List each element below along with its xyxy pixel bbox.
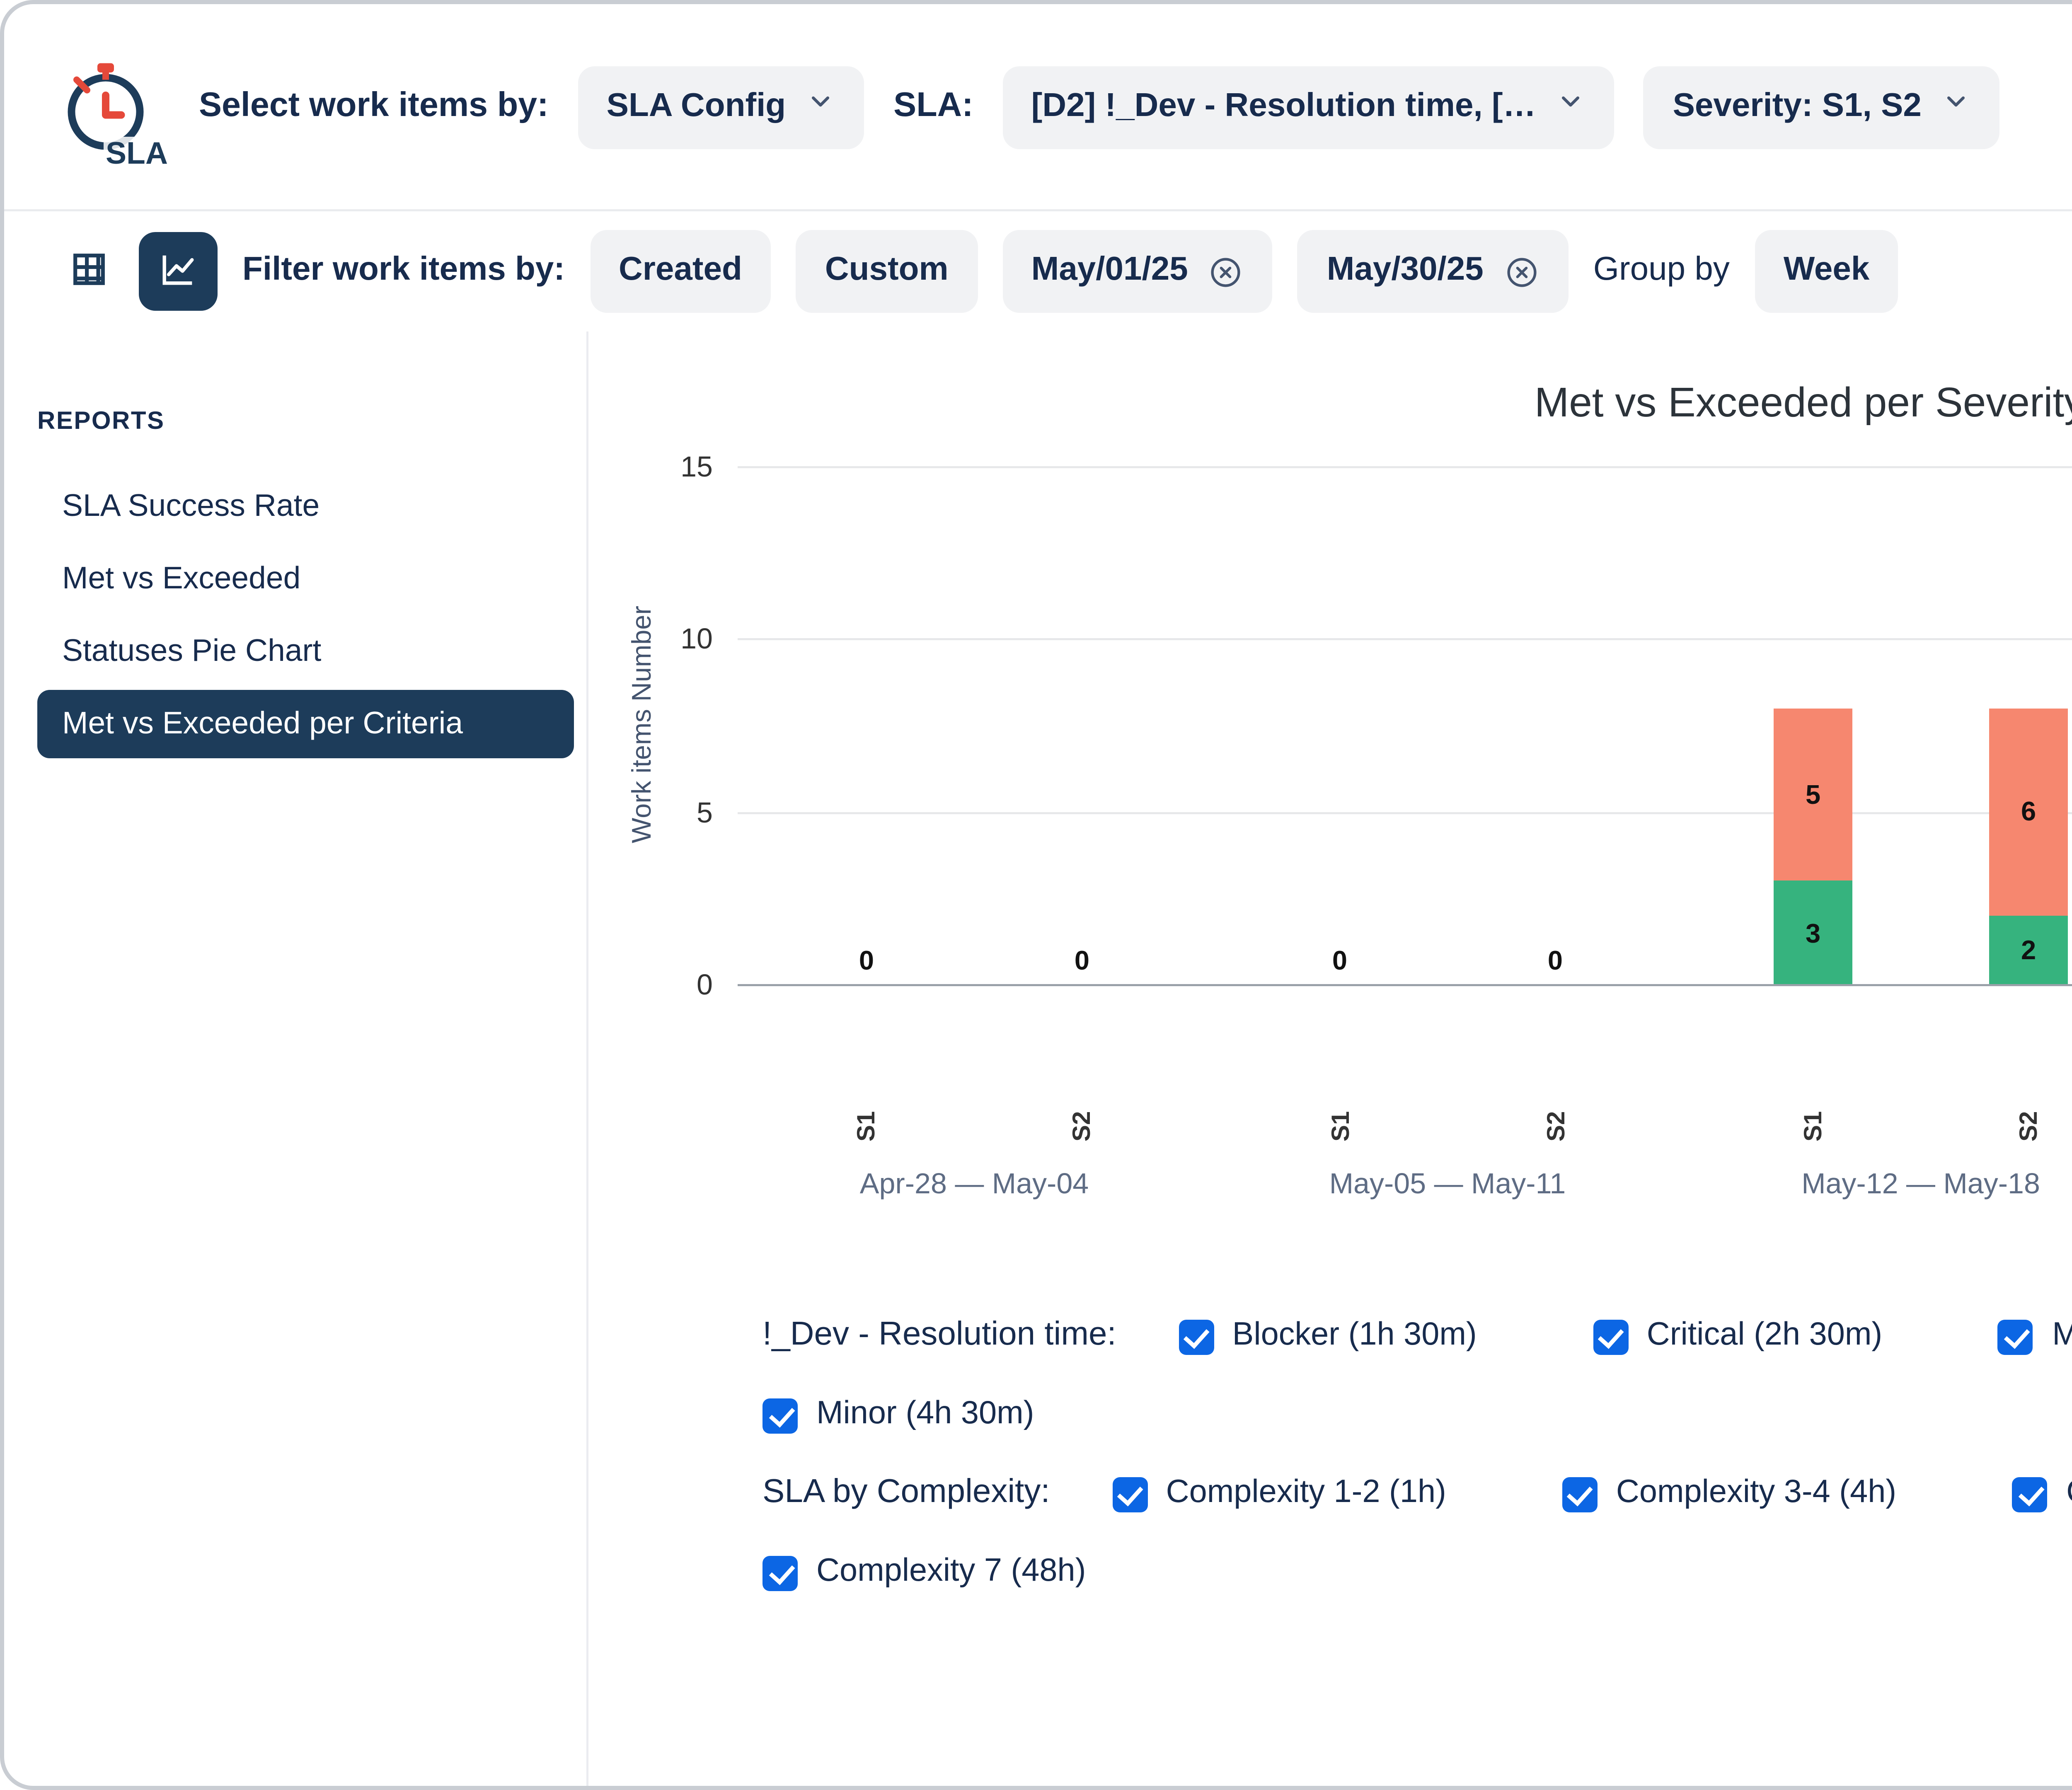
- y-tick-label: 10: [680, 620, 713, 658]
- bar-s2[interactable]: 0: [1043, 466, 1121, 984]
- chart-groups: 0 0 S1 S2 Apr-28 — May-04 0 0 S1 S2 May-05 — May-…: [738, 466, 2072, 1200]
- sla-by-complexity-label: SLA by Complexity:: [762, 1475, 1050, 1512]
- select-work-items-label: Select work items by:: [199, 87, 549, 126]
- y-tick-label: 0: [697, 965, 713, 1003]
- custom-label: Custom: [825, 253, 949, 290]
- bar-s1[interactable]: 0: [827, 466, 906, 984]
- sla-label: SLA:: [893, 87, 973, 126]
- checkbox-critical[interactable]: Critical (2h 30m): [1593, 1318, 1883, 1355]
- chevron-down-icon: [1942, 87, 1971, 126]
- severity-axis-label: S1: [1774, 1100, 1852, 1154]
- sla-select-value: [D2] !_Dev - Resolution time, […: [1031, 88, 1536, 126]
- checkbox-icon: [1998, 1319, 2033, 1354]
- criteria-filters: !_Dev - Resolution time: Blocker (1h 30m…: [762, 1307, 2072, 1601]
- checkbox-icon: [762, 1398, 798, 1433]
- group-by-dropdown[interactable]: Week: [1755, 230, 1899, 313]
- line-chart-icon: [157, 248, 199, 295]
- filter-work-items-label: Filter work items by:: [242, 253, 565, 290]
- sla-config-value: SLA Config: [607, 88, 786, 126]
- week-range-label: May-12 — May-18: [1684, 1166, 2072, 1200]
- sidebar-item-statuses-pie-chart[interactable]: Statuses Pie Chart: [37, 617, 574, 686]
- checkbox-complexity-5-6[interactable]: Complexity 5-6 (12h): [2012, 1475, 2072, 1512]
- checkbox-icon: [1593, 1319, 1628, 1354]
- view-toggle: [50, 232, 218, 311]
- logo-text: SLA: [104, 136, 170, 171]
- bar-value-label: 3: [1806, 917, 1820, 948]
- group-by-label: Group by: [1593, 253, 1730, 290]
- custom-range-button[interactable]: Custom: [796, 230, 978, 313]
- bar-value-label: 6: [2021, 796, 2036, 827]
- checkbox-complexity-1-2[interactable]: Complexity 1-2 (1h): [1112, 1475, 1446, 1512]
- stacked-bar-chart: Work items Number 051015 00S1S2Apr-28 — …: [738, 466, 2072, 1220]
- table-grid-icon: [68, 248, 110, 295]
- y-tick-label: 5: [697, 793, 713, 830]
- chart-group: 5362S1S2May-12 — May-18: [1684, 466, 2072, 1200]
- sidebar-item-met-vs-exceeded-per-criteria[interactable]: Met vs Exceeded per Criteria: [37, 690, 574, 758]
- sidebar-item-sla-success-rate[interactable]: SLA Success Rate: [37, 472, 574, 541]
- sidebar-item-met-vs-exceeded[interactable]: Met vs Exceeded: [37, 545, 574, 613]
- bar-s1[interactable]: 53: [1774, 466, 1852, 984]
- date-to-value: May/30/25: [1327, 253, 1484, 290]
- filter-toolbar: Filter work items by: Created Custom May…: [4, 211, 2072, 331]
- checkbox-minor[interactable]: Minor (4h 30m): [762, 1396, 1034, 1434]
- date-from-value: May/01/25: [1031, 253, 1188, 290]
- severity-axis-label: S1: [1300, 1100, 1379, 1154]
- zero-value-label: 0: [827, 945, 906, 976]
- bar-segment-exceeded[interactable]: 5: [1774, 708, 1852, 880]
- clear-date-from-icon[interactable]: [1209, 254, 1244, 289]
- checkbox-icon: [1112, 1476, 1147, 1512]
- severity-axis-label: S2: [1043, 1100, 1121, 1154]
- checkbox-icon: [2012, 1476, 2048, 1512]
- checkbox-major[interactable]: Major (3h 30m): [1998, 1318, 2072, 1355]
- chevron-down-icon: [1557, 87, 1586, 126]
- resolution-time-label: !_Dev - Resolution time:: [762, 1318, 1116, 1355]
- y-axis-title: Work items Number: [626, 466, 657, 984]
- group-by-value: Week: [1784, 253, 1870, 290]
- bar-s2[interactable]: 62: [1989, 466, 2068, 984]
- clear-date-to-icon[interactable]: [1504, 254, 1539, 289]
- chart-group: 0 0 S1 S2 Apr-28 — May-04: [738, 466, 1211, 1200]
- chart-group: 0 0 S1 S2 May-05 — May-11: [1211, 466, 1684, 1200]
- created-filter-button[interactable]: Created: [590, 230, 771, 313]
- severity-axis-label: S1: [827, 1100, 906, 1154]
- sla-select-dropdown[interactable]: [D2] !_Dev - Resolution time, […: [1002, 65, 1615, 148]
- reports-sidebar: REPORTS SLA Success Rate Met vs Exceeded…: [4, 331, 588, 1790]
- severity-dropdown[interactable]: Severity: S1, S2: [1644, 65, 2000, 148]
- sla-config-dropdown[interactable]: SLA Config: [578, 65, 865, 148]
- severity-axis-label: S2: [1989, 1100, 2068, 1154]
- checkbox-complexity-7[interactable]: Complexity 7 (48h): [762, 1554, 1086, 1591]
- chart-view-button[interactable]: [139, 232, 218, 311]
- zero-value-label: 0: [1043, 945, 1121, 976]
- sidebar-heading: REPORTS: [37, 406, 574, 435]
- bar-s1[interactable]: 0: [1300, 466, 1379, 984]
- zero-value-label: 0: [1300, 945, 1379, 976]
- sla-logo-icon: SLA: [50, 47, 170, 167]
- checkbox-icon: [1179, 1319, 1214, 1354]
- bar-value-label: 2: [2021, 934, 2036, 965]
- table-view-button[interactable]: [50, 232, 128, 311]
- chevron-down-icon: [806, 87, 835, 126]
- severity-axis-label: S2: [1516, 1100, 1595, 1154]
- chart-title: Met vs Exceeded per Severity: S1, S2: [588, 381, 2072, 429]
- severity-value: Severity: S1, S2: [1673, 88, 1922, 126]
- date-from-chip[interactable]: May/01/25: [1002, 230, 1273, 313]
- bar-s2[interactable]: 0: [1516, 466, 1595, 984]
- week-range-label: Apr-28 — May-04: [738, 1166, 1211, 1200]
- created-label: Created: [619, 253, 742, 290]
- date-to-chip[interactable]: May/30/25: [1298, 230, 1569, 313]
- checkbox-complexity-3-4[interactable]: Complexity 3-4 (4h): [1562, 1475, 1896, 1512]
- top-header: SLA Select work items by: SLA Config SLA…: [4, 4, 2072, 211]
- bar-value-label: 5: [1806, 779, 1820, 810]
- bar-segment-met[interactable]: 2: [1989, 915, 2068, 984]
- app-window: SLA Select work items by: SLA Config SLA…: [0, 0, 2072, 1790]
- zero-value-label: 0: [1516, 945, 1595, 976]
- week-range-label: May-05 — May-11: [1211, 1166, 1684, 1200]
- checkbox-blocker[interactable]: Blocker (1h 30m): [1179, 1318, 1477, 1355]
- bar-segment-exceeded[interactable]: 6: [1989, 708, 2068, 915]
- checkbox-icon: [1562, 1476, 1598, 1512]
- checkbox-icon: [762, 1555, 798, 1590]
- y-tick-label: 15: [680, 448, 713, 485]
- bar-segment-met[interactable]: 3: [1774, 880, 1852, 984]
- report-main: Met vs Exceeded per Severity: S1, S2 Wor…: [588, 331, 2072, 1790]
